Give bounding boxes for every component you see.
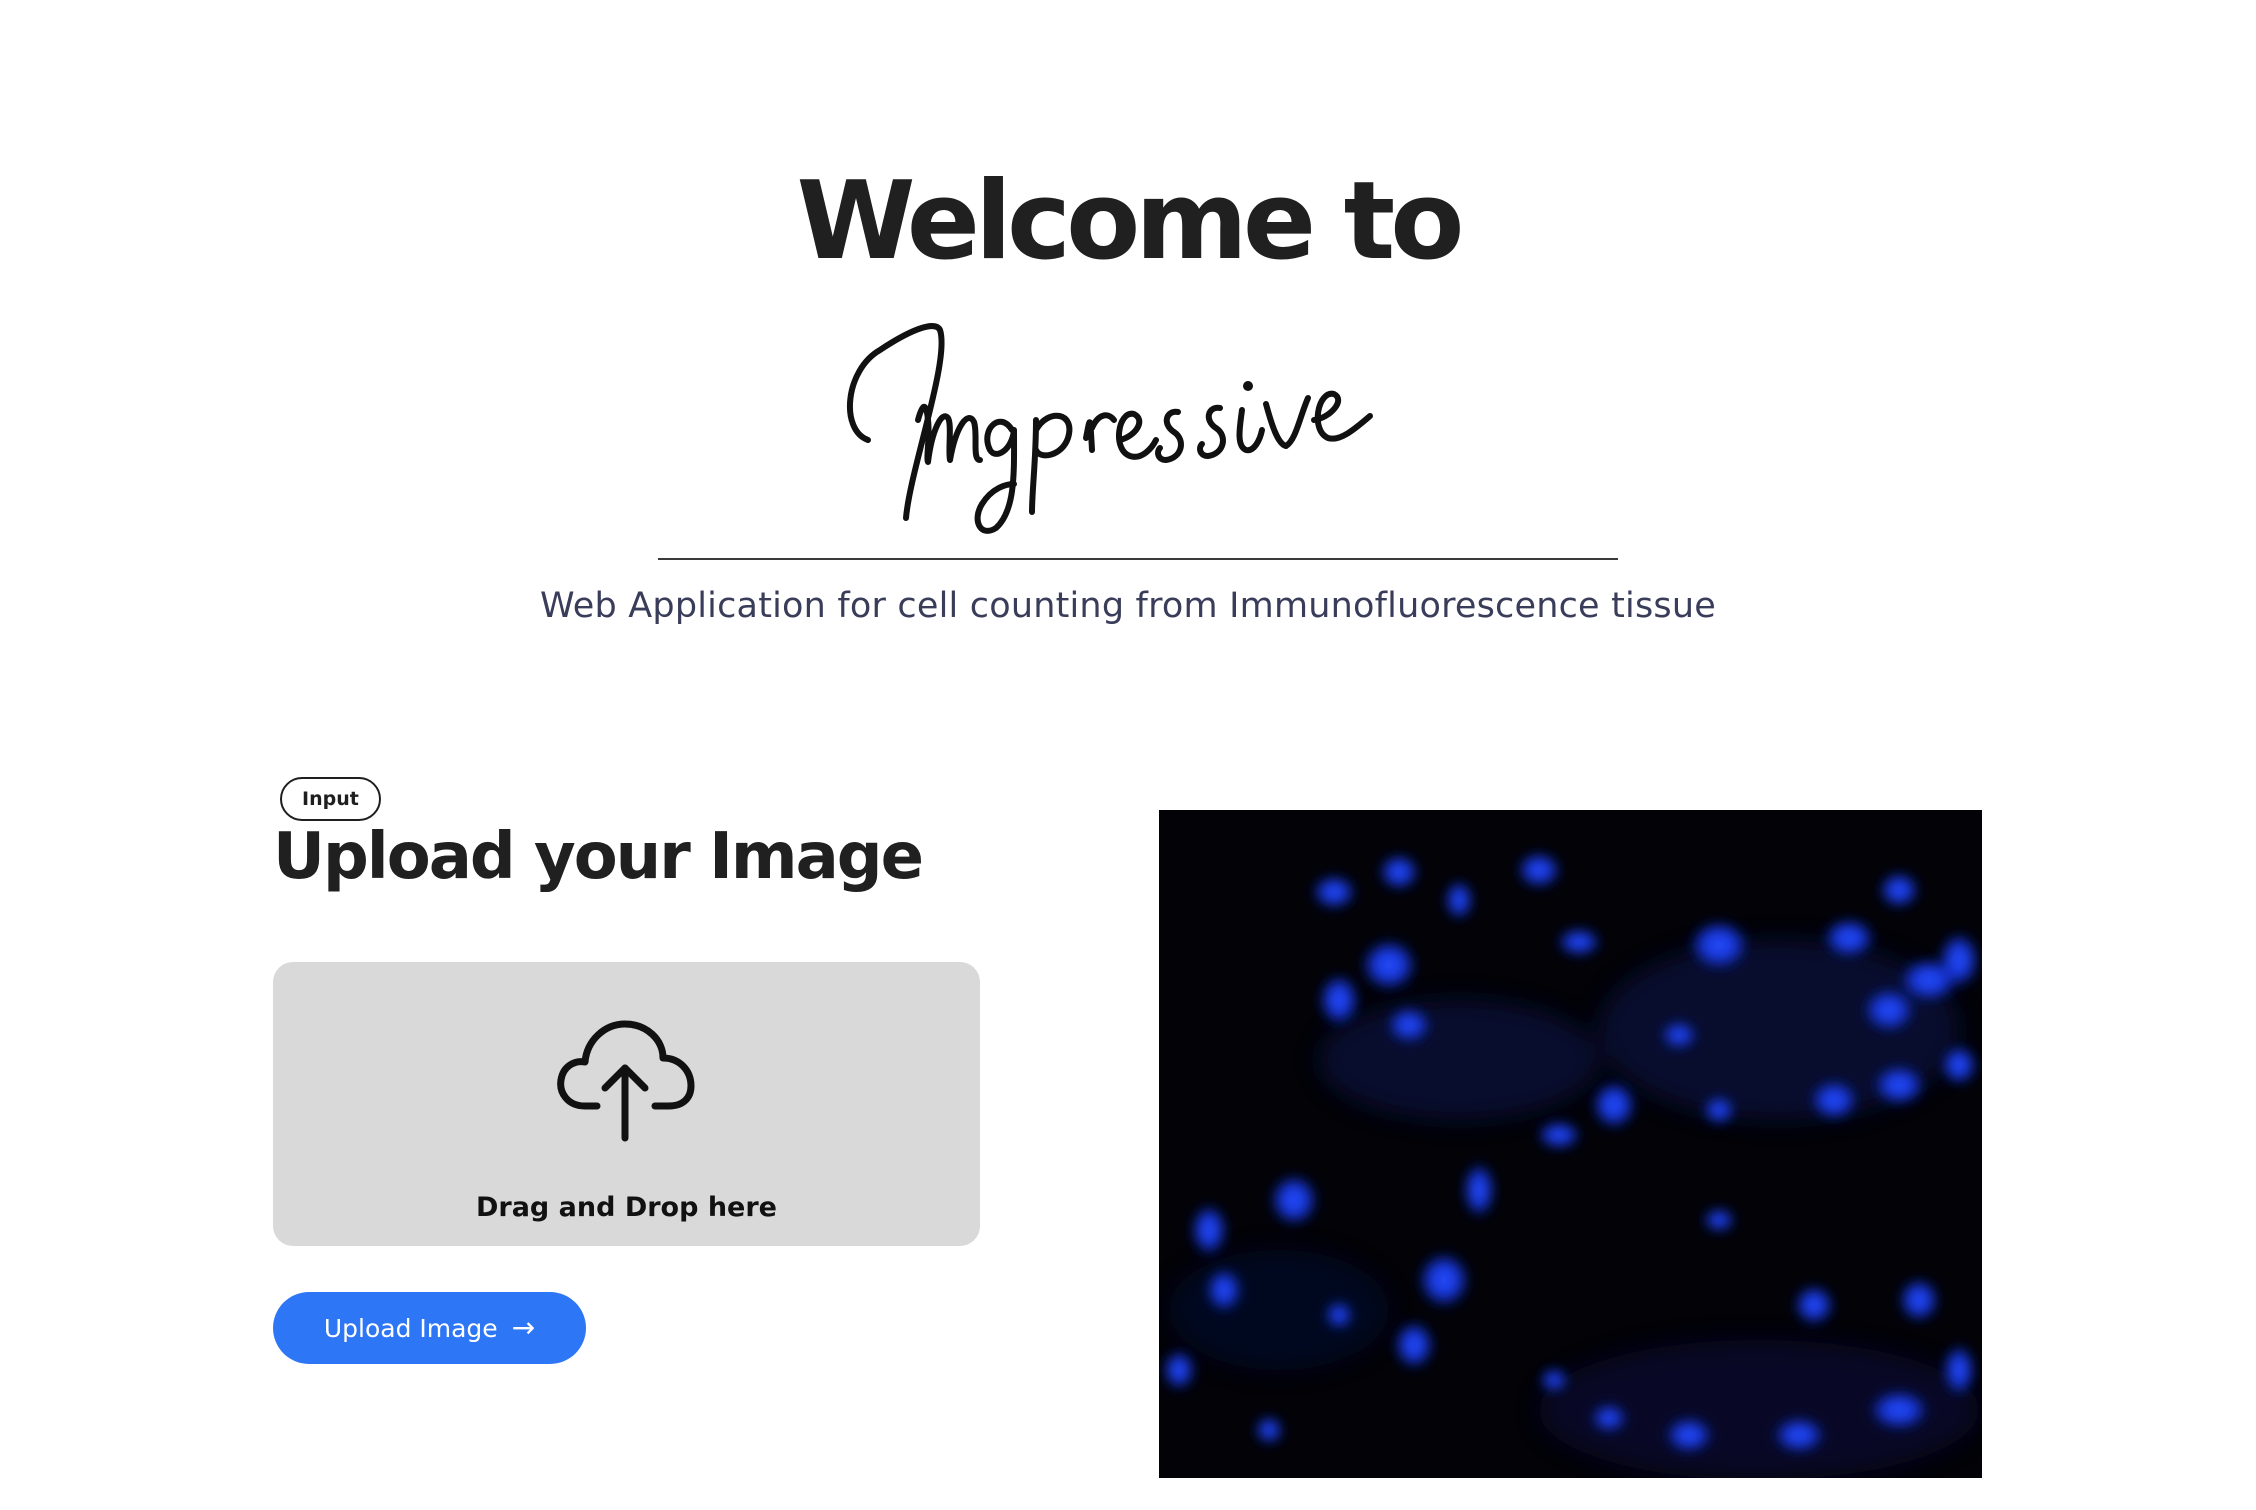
title-divider — [658, 558, 1618, 560]
arrow-right-icon: → — [511, 1311, 536, 1344]
upload-image-button[interactable]: Upload Image → — [273, 1292, 586, 1364]
drop-zone[interactable]: Drag and Drop here — [273, 962, 980, 1246]
cloud-upload-icon — [555, 1014, 695, 1144]
image-preview — [1159, 810, 1982, 1478]
upload-heading: Upload your Image — [273, 820, 924, 894]
upload-button-label: Upload Image — [323, 1313, 498, 1343]
brand-logo — [800, 300, 1460, 540]
input-badge: Input — [280, 777, 381, 821]
welcome-heading: Welcome to — [796, 159, 1465, 284]
drop-zone-label: Drag and Drop here — [475, 1192, 777, 1223]
app-subtitle: Web Application for cell counting from I… — [540, 586, 1716, 626]
